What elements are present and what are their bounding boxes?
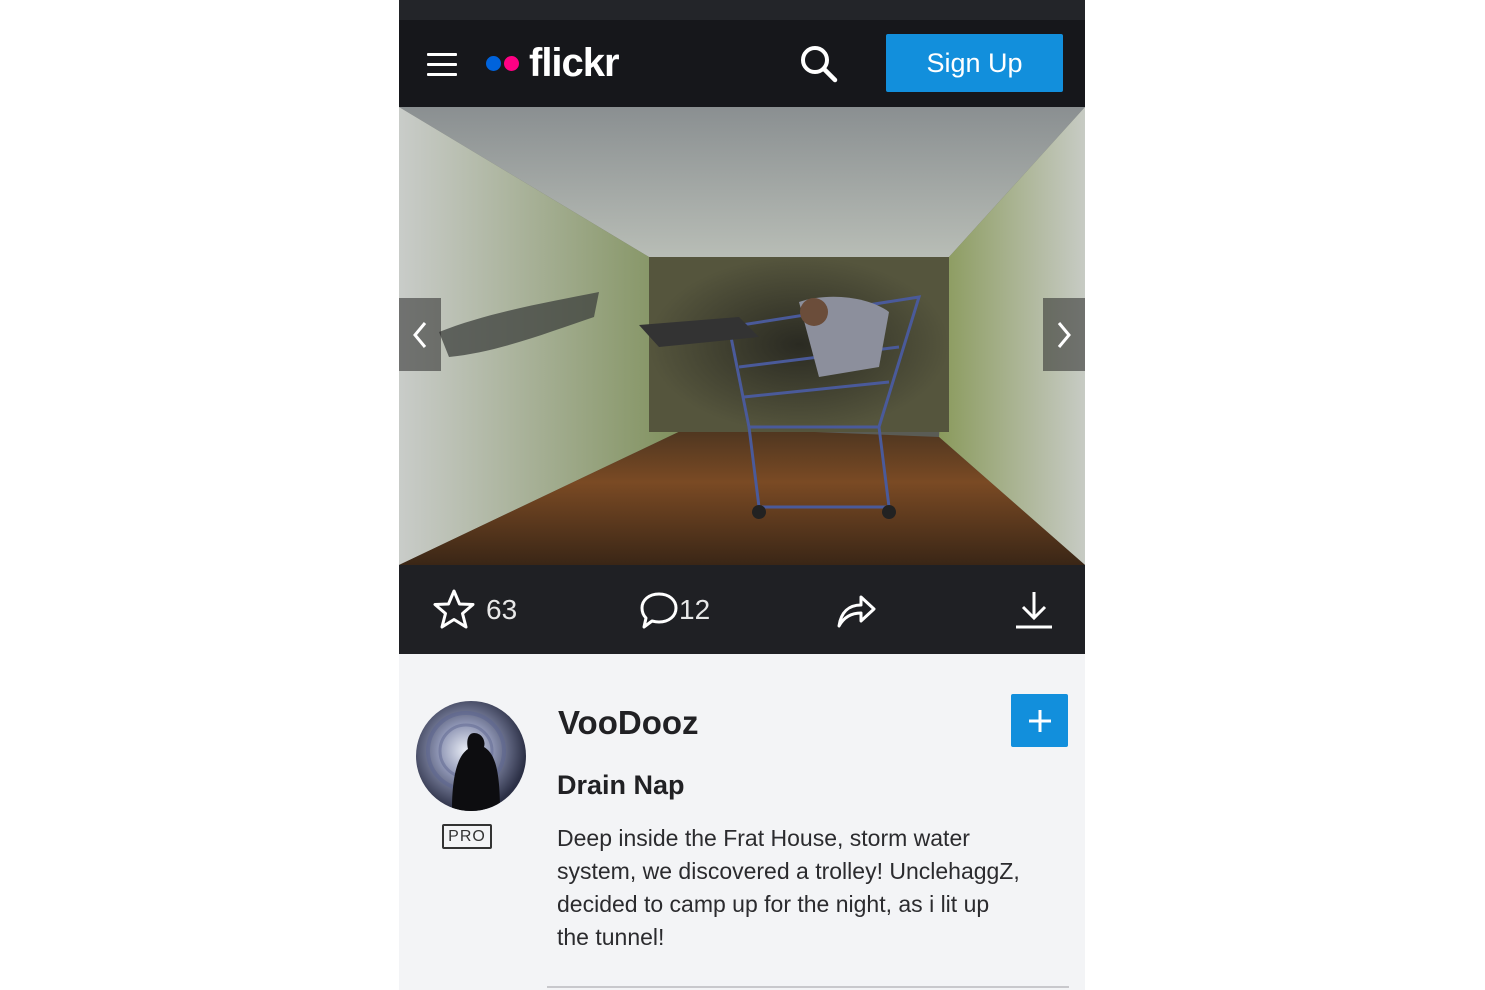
fave-count: 63	[486, 594, 518, 625]
logo-blue-dot	[486, 55, 501, 71]
follow-button[interactable]	[1011, 694, 1068, 747]
share-button[interactable]	[835, 587, 877, 633]
pro-badge: PRO	[442, 824, 492, 849]
photo-image[interactable]	[399, 107, 1085, 565]
download-button[interactable]	[1013, 587, 1055, 633]
comment-bubble-icon	[640, 592, 678, 629]
plus-icon	[1028, 709, 1051, 732]
sign-up-button[interactable]: Sign Up	[886, 34, 1063, 92]
download-icon	[1016, 592, 1052, 629]
logo-pink-dot	[504, 55, 519, 71]
fave-button[interactable]: 63	[432, 587, 517, 633]
chevron-right-icon	[1057, 321, 1071, 348]
top-navigation-bar: flickr Sign Up	[399, 20, 1085, 107]
next-photo-button[interactable]	[1043, 298, 1085, 371]
star-icon	[433, 589, 475, 629]
photo-description: Deep inside the Frat House, storm water …	[557, 825, 1020, 950]
chevron-left-icon	[413, 321, 427, 348]
flickr-logo[interactable]: flickr	[486, 39, 620, 87]
status-bar	[399, 0, 1085, 20]
mobile-page: flickr Sign Up 63 12 PRO VooDooz Drain N…	[399, 0, 1085, 990]
hamburger-menu-icon[interactable]	[427, 50, 459, 78]
previous-photo-button[interactable]	[399, 298, 441, 371]
photo-action-bar: 63 12	[399, 565, 1085, 654]
owner-username[interactable]: VooDooz	[558, 704, 699, 742]
search-icon[interactable]	[799, 44, 839, 84]
owner-avatar[interactable]	[416, 701, 526, 811]
logo-text: flickr	[529, 40, 620, 85]
comment-button[interactable]: 12	[639, 587, 710, 633]
divider	[547, 986, 1069, 988]
share-arrow-icon	[837, 595, 876, 628]
comment-count: 12	[679, 594, 711, 625]
photo-title: Drain Nap	[557, 770, 685, 800]
